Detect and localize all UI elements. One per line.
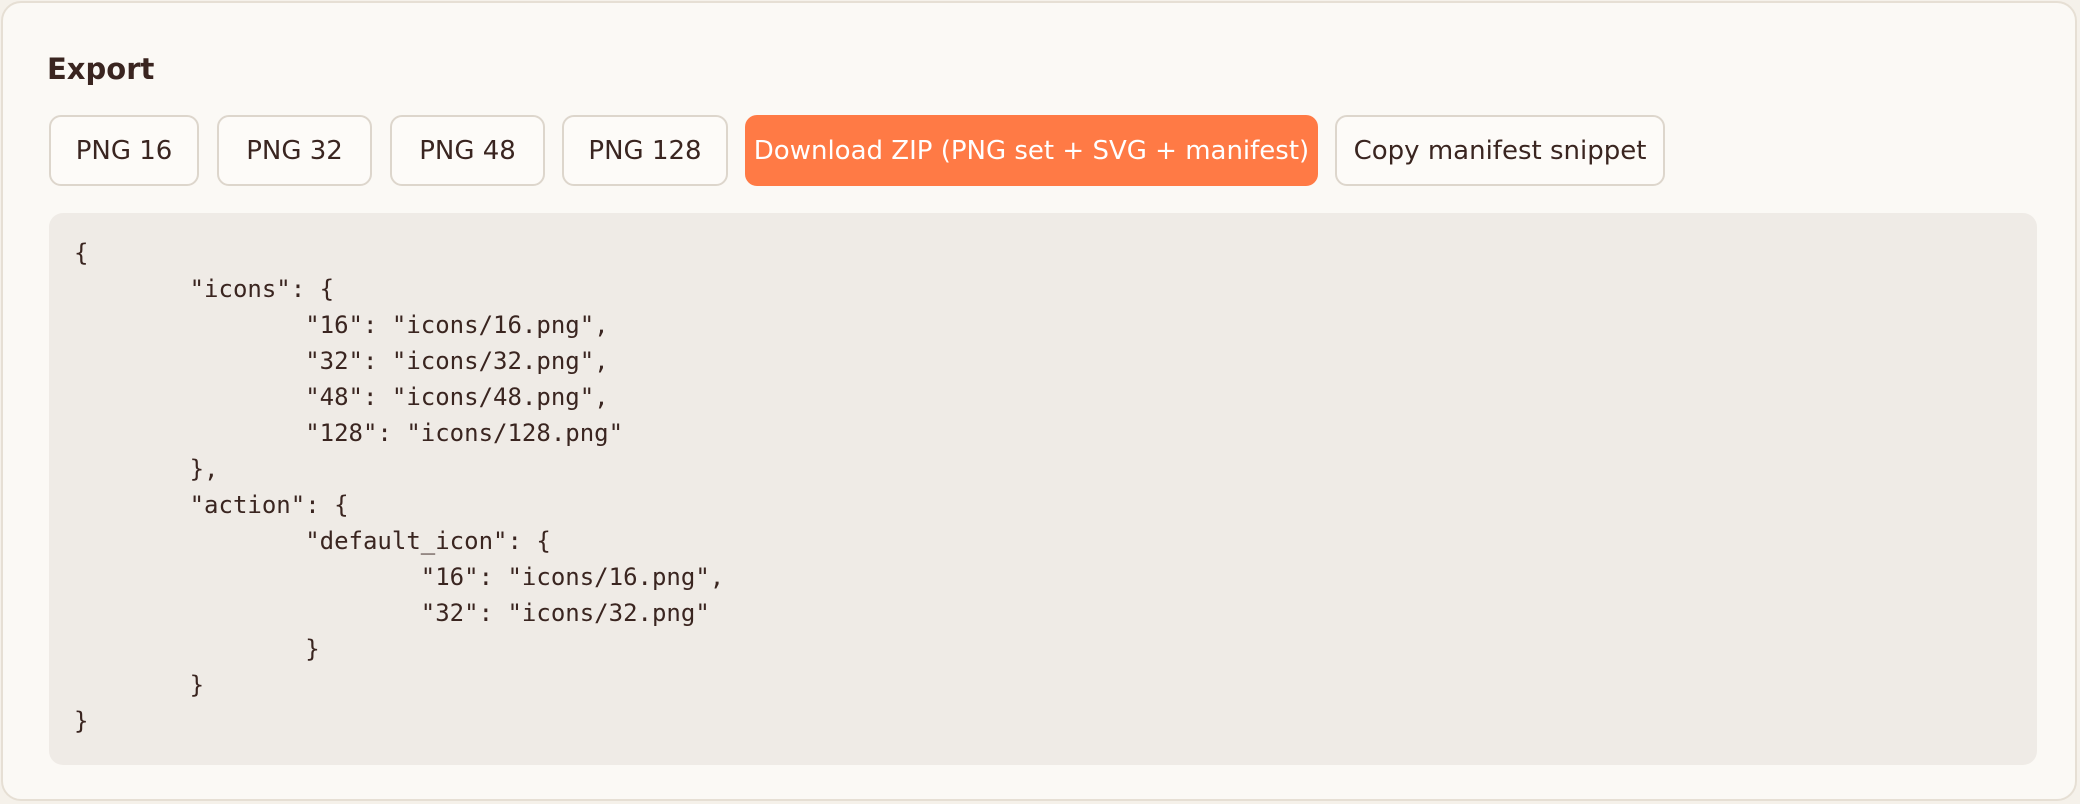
section-title: Export: [47, 52, 155, 86]
png-32-button[interactable]: PNG 32: [217, 115, 372, 186]
png-128-button[interactable]: PNG 128: [562, 115, 728, 186]
export-panel: Export PNG 16 PNG 32 PNG 48 PNG 128 Down…: [1, 1, 2077, 801]
png-48-button[interactable]: PNG 48: [390, 115, 545, 186]
manifest-code-block: { "icons": { "16": "icons/16.png", "32":…: [49, 213, 2037, 765]
copy-manifest-button[interactable]: Copy manifest snippet: [1335, 115, 1665, 186]
download-zip-button[interactable]: Download ZIP (PNG set + SVG + manifest): [745, 115, 1318, 186]
png-16-button[interactable]: PNG 16: [49, 115, 199, 186]
